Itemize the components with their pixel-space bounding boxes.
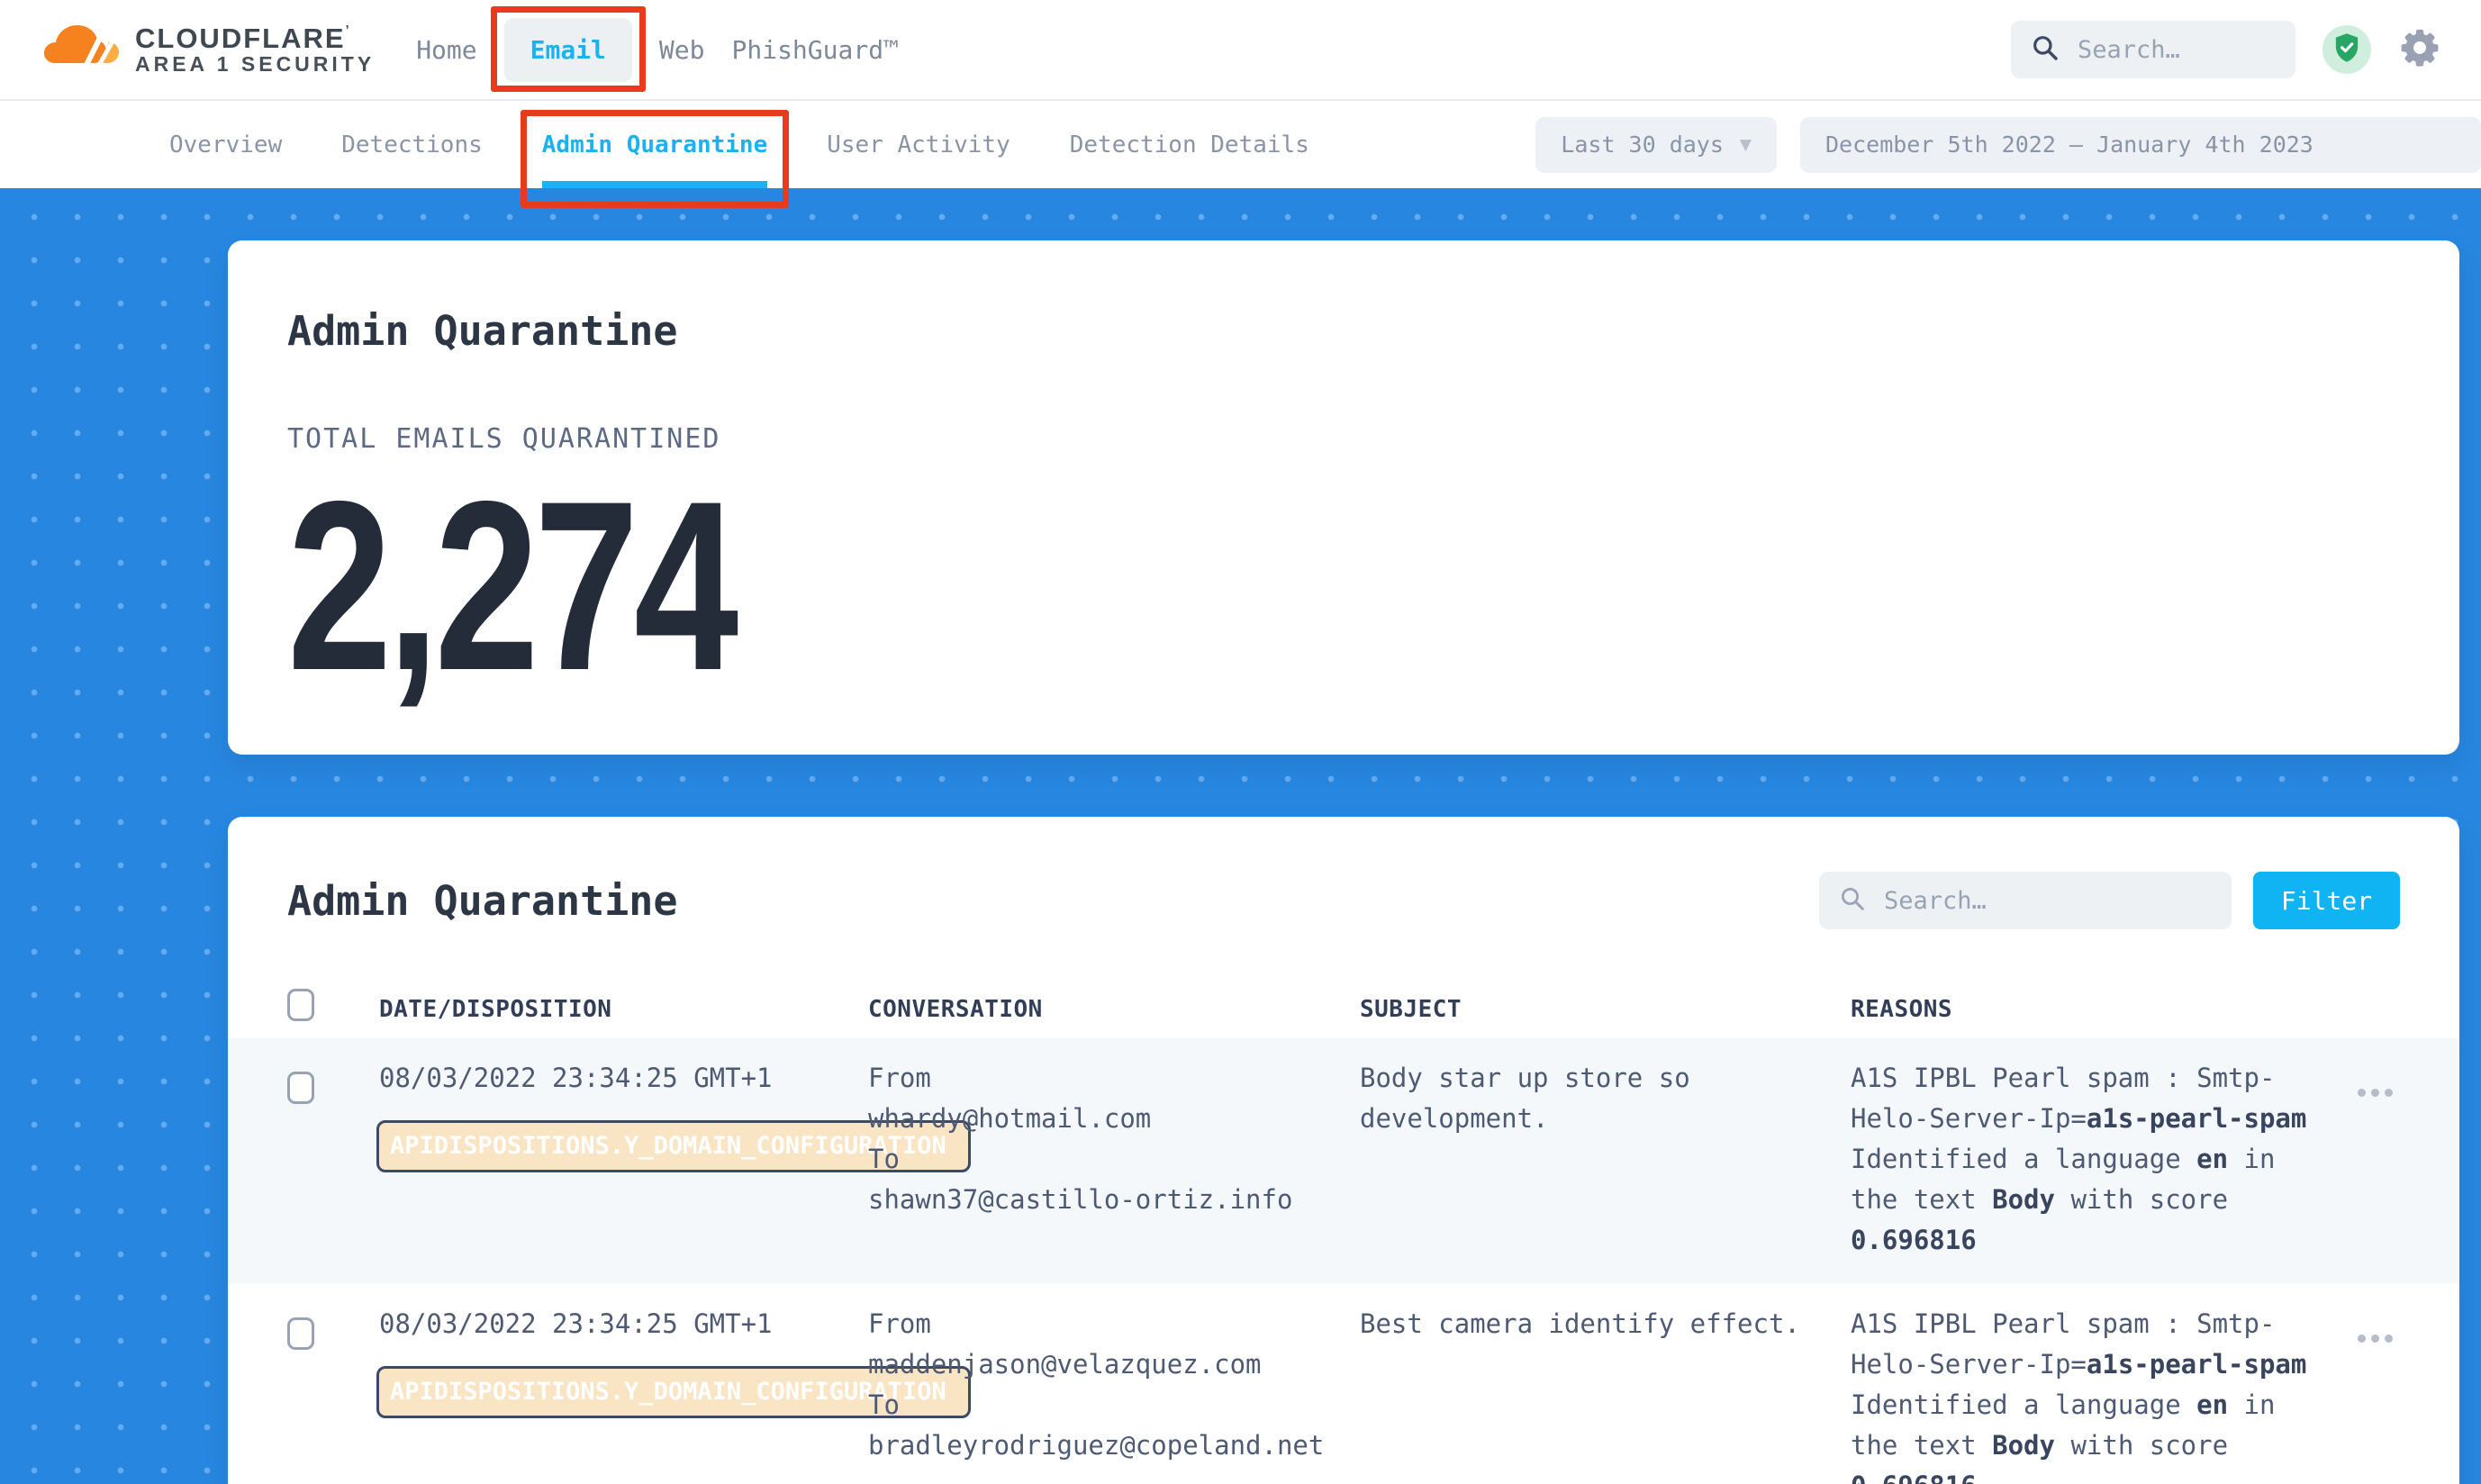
row-reasons: A1S IPBL Pearl spam : Smtp-Helo-Server-I… — [1851, 1058, 2341, 1261]
table-header: DATE/DISPOSITION CONVERSATION SUBJECT RE… — [228, 989, 2459, 1023]
row-date: 08/03/2022 23:34:25 GMT+1 — [379, 1058, 868, 1099]
table-body: 08/03/2022 23:34:25 GMT+1 From whardy@ho… — [228, 1038, 2459, 1484]
to-label: To — [868, 1139, 1360, 1180]
from-label: From — [868, 1058, 1360, 1099]
row-conversation: From maddenjason@velazquez.com To bradle… — [868, 1304, 1360, 1484]
filter-button[interactable]: Filter — [2253, 872, 2400, 929]
row-menu-button[interactable] — [2358, 1335, 2459, 1343]
nav-item-phishguard[interactable]: PhishGuard™ — [732, 35, 899, 65]
table-row: 08/03/2022 23:34:25 GMT+1 From whardy@ho… — [228, 1038, 2459, 1284]
tab-admin-quarantine[interactable]: Admin Quarantine — [542, 101, 767, 188]
tab-user-activity[interactable]: User Activity — [827, 101, 1010, 188]
main-content: Admin Quarantine TOTAL EMAILS QUARANTINE… — [0, 188, 2481, 1484]
row-checkbox[interactable] — [287, 1072, 314, 1104]
column-header-reasons: REASONS — [1851, 996, 2341, 1023]
column-header-date-disposition: DATE/DISPOSITION — [379, 996, 868, 1023]
top-nav: CLOUDFLARE’ AREA 1 SECURITY Home Email W… — [0, 0, 2481, 101]
row-date: 08/03/2022 23:34:25 GMT+1 — [379, 1304, 868, 1344]
active-tab-underline — [542, 181, 767, 188]
row-subject: Best camera identify effect. — [1360, 1304, 1851, 1484]
tab-detection-details[interactable]: Detection Details — [1070, 101, 1309, 188]
nav-item-web[interactable]: Web — [659, 35, 705, 65]
nav-item-home[interactable]: Home — [416, 35, 476, 65]
quarantine-search-input[interactable] — [1882, 886, 2212, 916]
quarantine-card-title: Admin Quarantine — [287, 877, 677, 925]
quarantine-card: Admin Quarantine Filter DATE/DISPOSITION… — [228, 817, 2459, 1484]
to-address: shawn37@castillo-ortiz.info — [868, 1180, 1360, 1220]
security-status-badge[interactable] — [2323, 25, 2371, 74]
metric-value: 2,274 — [287, 467, 734, 704]
global-search-input[interactable] — [2076, 35, 2276, 65]
table-row: 08/03/2022 23:34:25 GMT+1 From maddenjas… — [228, 1284, 2459, 1484]
nav-item-email[interactable]: Email — [504, 18, 632, 82]
summary-card-title: Admin Quarantine — [287, 307, 2400, 355]
brand-name: CLOUDFLARE — [135, 23, 346, 54]
search-icon — [1839, 885, 1866, 916]
date-range-display[interactable]: December 5th 2022 — January 4th 2023 — [1800, 117, 2481, 173]
select-all-checkbox[interactable] — [287, 989, 314, 1021]
column-header-conversation: CONVERSATION — [868, 996, 1360, 1023]
row-checkbox[interactable] — [287, 1317, 314, 1350]
to-address: bradleyrodriguez@copeland.net — [868, 1425, 1360, 1466]
shield-check-icon — [2333, 32, 2360, 67]
row-reasons: A1S IPBL Pearl spam : Smtp-Helo-Server-I… — [1851, 1304, 2341, 1484]
row-conversation: From whardy@hotmail.com To shawn37@casti… — [868, 1058, 1360, 1261]
global-search[interactable] — [2011, 21, 2295, 78]
summary-card: Admin Quarantine TOTAL EMAILS QUARANTINE… — [228, 240, 2459, 755]
to-label: To — [868, 1385, 1360, 1425]
settings-button[interactable] — [2398, 28, 2441, 71]
from-label: From — [868, 1304, 1360, 1344]
email-sub-nav: Overview Detections Admin Quarantine Use… — [0, 101, 2481, 188]
cloudflare-cloud-icon — [32, 22, 122, 77]
tab-overview[interactable]: Overview — [169, 101, 282, 188]
caret-down-icon: ▼ — [1740, 136, 1752, 154]
time-range-button[interactable]: Last 30 days ▼ — [1535, 117, 1777, 173]
row-menu-button[interactable] — [2358, 1089, 2459, 1097]
search-icon — [2031, 33, 2060, 66]
column-header-subject: SUBJECT — [1360, 996, 1851, 1023]
gear-icon — [2400, 28, 2440, 71]
primary-nav: Home Email Web PhishGuard™ — [416, 18, 899, 82]
brand-subtitle: AREA 1 SECURITY — [135, 53, 375, 76]
cloudflare-logo[interactable]: CLOUDFLARE’ AREA 1 SECURITY — [32, 22, 375, 77]
quarantine-search[interactable] — [1819, 872, 2232, 929]
tab-detections[interactable]: Detections — [341, 101, 483, 188]
from-address: whardy@hotmail.com — [868, 1099, 1360, 1139]
row-subject: Body star up store so development. — [1360, 1058, 1851, 1261]
from-address: maddenjason@velazquez.com — [868, 1344, 1360, 1385]
brand-trademark: ’ — [346, 23, 349, 38]
